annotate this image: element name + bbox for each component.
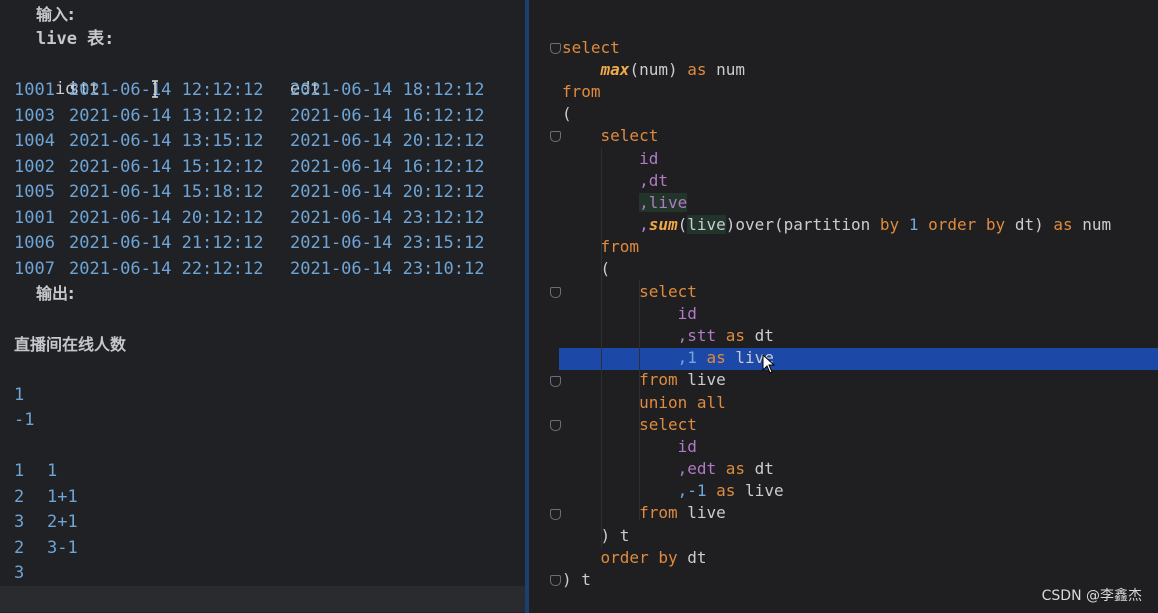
calc-line: 3 bbox=[14, 561, 24, 586]
code-line-11: ( bbox=[600, 259, 611, 278]
fold-marker-icon[interactable] bbox=[550, 287, 561, 298]
cell-edt: 2021-06-14 16:12:12 bbox=[290, 156, 485, 177]
code-line-4: ( bbox=[562, 104, 572, 123]
cell-id: 1001 bbox=[14, 207, 55, 228]
code-line-8: ,live bbox=[639, 193, 688, 212]
cell-id: 1001 bbox=[14, 80, 55, 100]
minus-one-value: -1 bbox=[14, 410, 35, 430]
fold-marker-icon[interactable] bbox=[550, 509, 561, 520]
code-line-14: ,stt as dt bbox=[677, 326, 774, 345]
table-row: 1001 2021-06-14 20:12:12 2021-06-14 23:12:… bbox=[14, 206, 484, 231]
code-line-3: from bbox=[562, 82, 601, 101]
code-line-2: max(num) as num bbox=[600, 60, 746, 79]
code-line-13: id bbox=[677, 304, 697, 323]
left-editor-pane[interactable]: 输入: live 表: id stt edt 1001 2021-06-14 12:1… bbox=[0, 0, 525, 613]
note-title: 直播间在线人数 bbox=[14, 335, 127, 354]
table-row: 1003 2021-06-14 13:12:12 2021-06-14 16:12:… bbox=[14, 104, 484, 129]
code-line-21: ,-1 as live bbox=[677, 481, 784, 500]
table-row: 1004 2021-06-14 13:15:12 2021-06-14 20:12:… bbox=[14, 129, 484, 154]
sql-editor-pane[interactable]: select max(num) as num from ( select id … bbox=[529, 0, 1158, 613]
cell-id: 1007 bbox=[14, 258, 55, 279]
cell-edt: 2021-06-14 20:12:12 bbox=[290, 182, 485, 202]
cell-stt: 2021-06-14 13:12:12 bbox=[69, 105, 264, 126]
cell-stt: 2021-06-14 21:12:12 bbox=[69, 233, 264, 253]
code-line-22: from live bbox=[639, 503, 726, 522]
calc-count: 3 bbox=[14, 563, 25, 583]
table-row: 1001 2021-06-14 12:12:12 2021-06-14 18:12:… bbox=[14, 78, 484, 103]
code-line-7: ,dt bbox=[639, 171, 668, 190]
calc-expr: 1 bbox=[47, 461, 58, 481]
code-line-12: select bbox=[639, 282, 697, 301]
cell-stt: 2021-06-14 15:12:12 bbox=[69, 156, 264, 177]
calc-line: 2 1+1 bbox=[14, 485, 78, 510]
calc-expr: 1+1 bbox=[47, 486, 78, 507]
code-line-25: ) t bbox=[562, 570, 591, 589]
cell-edt: 2021-06-14 23:15:12 bbox=[290, 233, 485, 253]
calc-count: 3 bbox=[14, 512, 25, 532]
cell-id: 1004 bbox=[14, 131, 55, 151]
calc-line: 3 2+1 bbox=[14, 510, 78, 535]
code-line-17: union all bbox=[639, 393, 726, 412]
code-line-19: id bbox=[677, 437, 697, 456]
cell-stt: 2021-06-14 20:12:12 bbox=[69, 207, 264, 228]
table-row: 1006 2021-06-14 21:12:12 2021-06-14 23:15:… bbox=[14, 231, 484, 256]
sum-call-line: sum() bbox=[14, 587, 106, 612]
calc-count: 2 bbox=[14, 537, 25, 558]
watermark: CSDN @李鑫杰 bbox=[1041, 588, 1142, 604]
code-line-18: select bbox=[639, 415, 697, 434]
cell-stt: 2021-06-14 12:12:12 bbox=[69, 80, 264, 100]
cell-stt: 2021-06-14 13:15:12 bbox=[69, 131, 264, 151]
code-line-15: ,1 as live bbox=[677, 348, 774, 367]
cell-edt: 2021-06-14 23:12:12 bbox=[290, 207, 485, 228]
cell-edt: 2021-06-14 23:10:12 bbox=[290, 258, 485, 279]
calc-count: 2 bbox=[14, 486, 25, 507]
cell-id: 1005 bbox=[14, 182, 55, 202]
cell-edt: 2021-06-14 18:12:12 bbox=[290, 80, 485, 100]
output-label: 输出: bbox=[36, 284, 75, 303]
cell-stt: 2021-06-14 22:12:12 bbox=[69, 258, 264, 279]
plus-one-value: 1 bbox=[14, 385, 25, 405]
calc-expr: 3-1 bbox=[47, 537, 78, 558]
code-line-1: select bbox=[562, 38, 620, 57]
code-line-23: ) t bbox=[600, 526, 630, 545]
cell-id: 1002 bbox=[14, 156, 55, 177]
code-line-20: ,edt as dt bbox=[677, 459, 774, 478]
table-row: 1002 2021-06-14 15:12:12 2021-06-14 16:12:… bbox=[14, 155, 484, 180]
table-label: live 表: bbox=[36, 29, 115, 49]
fold-marker-icon[interactable] bbox=[550, 376, 561, 387]
cell-edt: 2021-06-14 20:12:12 bbox=[290, 131, 485, 151]
fold-marker-icon[interactable] bbox=[550, 43, 561, 54]
fold-marker-icon[interactable] bbox=[550, 420, 561, 431]
mouse-pointer-icon bbox=[762, 354, 776, 374]
calc-count: 1 bbox=[14, 461, 25, 481]
code-line-16: from live bbox=[639, 370, 726, 389]
fold-marker-icon[interactable] bbox=[550, 575, 561, 586]
code-line-24: order by dt bbox=[600, 548, 707, 567]
code-line-6: id bbox=[639, 149, 659, 168]
cell-edt: 2021-06-14 16:12:12 bbox=[290, 105, 485, 126]
table-row: 1007 2021-06-14 22:12:12 2021-06-14 23:10:… bbox=[14, 257, 484, 282]
cell-id: 1003 bbox=[14, 105, 55, 126]
input-label: 输入: bbox=[36, 5, 75, 24]
calc-line: 2 3-1 bbox=[14, 536, 78, 561]
code-line-10: from bbox=[600, 237, 640, 256]
table-header: id stt edt bbox=[14, 52, 321, 99]
calc-line: 11 bbox=[14, 459, 57, 484]
calc-expr: 2+1 bbox=[47, 512, 78, 532]
code-line-9: ,sum(live)over(partition by 1 order by d… bbox=[639, 215, 1112, 234]
cell-stt: 2021-06-14 15:18:12 bbox=[69, 182, 264, 202]
text-cursor-icon bbox=[152, 80, 158, 98]
cell-id: 1006 bbox=[14, 233, 55, 253]
table-row: 1005 2021-06-14 15:18:12 2021-06-14 20:12:… bbox=[14, 180, 484, 205]
fold-marker-icon[interactable] bbox=[550, 131, 561, 142]
code-line-5: select bbox=[600, 126, 659, 145]
